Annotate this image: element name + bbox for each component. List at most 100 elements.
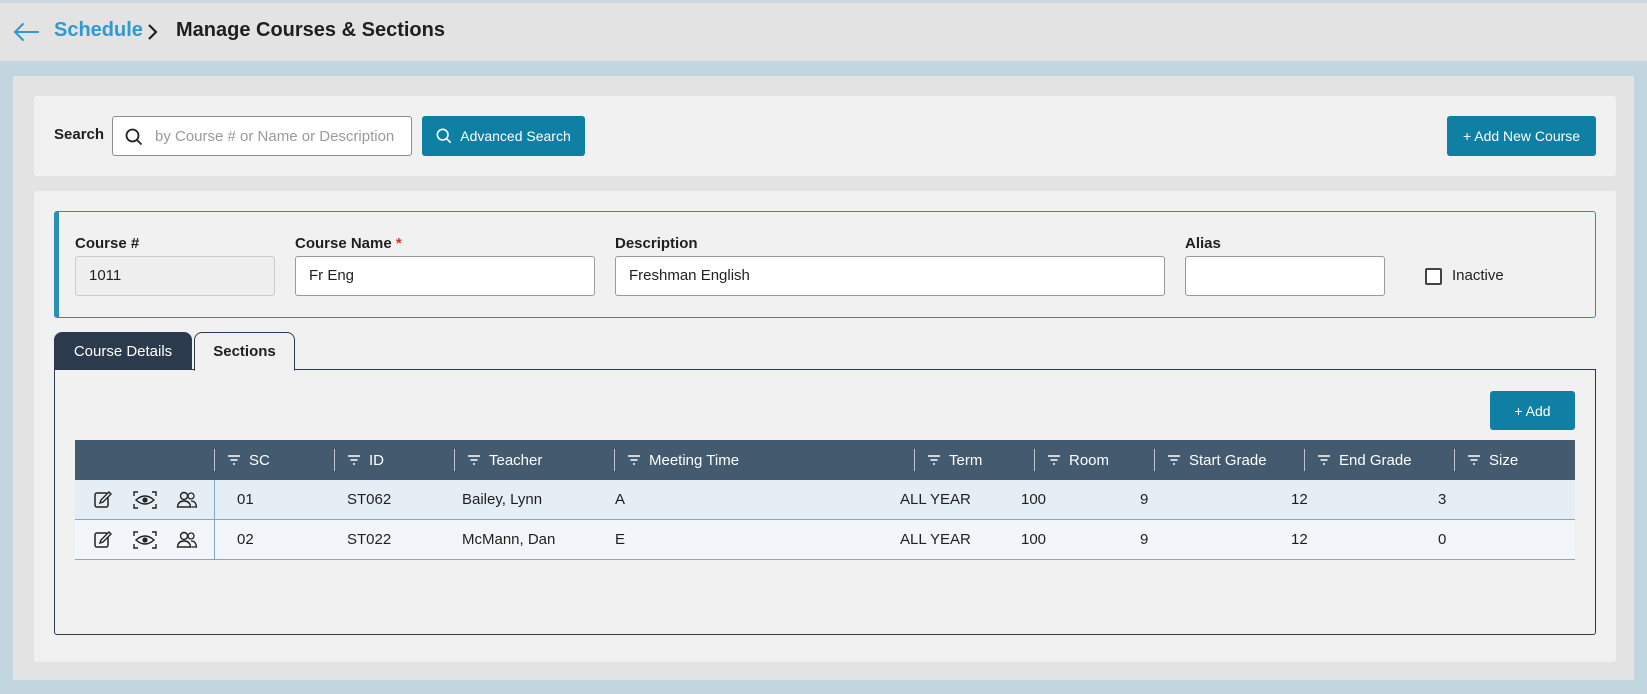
column-divider <box>334 449 335 471</box>
course-number-label: Course # <box>75 235 140 252</box>
course-name-label: Course Name * <box>295 235 402 252</box>
add-new-course-button[interactable]: + Add New Course <box>1447 116 1596 156</box>
tab-course-details[interactable]: Course Details <box>54 332 192 370</box>
cell-start-grade: 9 <box>1140 531 1149 548</box>
search-label: Search <box>54 126 105 143</box>
top-bar: Schedule Manage Courses & Sections <box>0 0 1647 61</box>
advanced-search-label: Advanced Search <box>460 128 571 144</box>
column-header-size-label: Size <box>1489 451 1519 469</box>
column-header-sc[interactable]: SC <box>227 440 270 480</box>
column-divider <box>914 449 915 471</box>
alias-label: Alias <box>1185 235 1221 252</box>
view-icon[interactable] <box>132 530 158 550</box>
cell-size: 0 <box>1438 531 1447 548</box>
filter-icon[interactable] <box>467 454 481 466</box>
breadcrumb-schedule-link[interactable]: Schedule <box>54 19 143 42</box>
column-header-teacher-label: Teacher <box>489 451 543 469</box>
add-section-button[interactable]: + Add <box>1490 391 1575 430</box>
required-marker: * <box>395 235 402 252</box>
column-divider <box>1034 449 1035 471</box>
column-header-id-label: ID <box>369 451 384 469</box>
cell-sc: 02 <box>237 531 254 548</box>
edit-icon[interactable] <box>92 530 114 550</box>
cell-meeting-time: E <box>615 531 626 548</box>
column-divider <box>214 480 215 520</box>
column-header-end-grade[interactable]: End Grade <box>1317 440 1412 480</box>
column-header-end-grade-label: End Grade <box>1339 451 1412 469</box>
column-header-sc-label: SC <box>249 451 270 469</box>
cell-end-grade: 12 <box>1291 491 1308 508</box>
column-header-term[interactable]: Term <box>927 440 982 480</box>
filter-icon[interactable] <box>1317 454 1331 466</box>
column-divider <box>1154 449 1155 471</box>
table-header: SC ID Teacher Meeting Time Term Room Sta… <box>75 440 1575 480</box>
inactive-label: Inactive <box>1452 267 1504 284</box>
column-header-start-grade[interactable]: Start Grade <box>1167 440 1267 480</box>
column-header-size[interactable]: Size <box>1467 440 1518 480</box>
search-input[interactable] <box>153 125 403 147</box>
column-header-room[interactable]: Room <box>1047 440 1109 480</box>
cell-id: ST022 <box>347 531 392 548</box>
description-label: Description <box>615 235 698 252</box>
cell-teacher: McMann, Dan <box>462 531 556 548</box>
alias-field[interactable] <box>1185 256 1385 296</box>
column-divider <box>454 449 455 471</box>
add-new-course-label: + Add New Course <box>1462 128 1581 144</box>
view-icon[interactable] <box>132 490 158 510</box>
description-value: Freshman English <box>629 267 750 284</box>
filter-icon[interactable] <box>1167 454 1181 466</box>
column-header-term-label: Term <box>949 451 983 469</box>
column-header-meeting-time-label: Meeting Time <box>649 451 740 469</box>
filter-icon[interactable] <box>347 454 361 466</box>
filter-icon[interactable] <box>927 454 941 466</box>
tab-sections-label: Sections <box>213 343 276 360</box>
course-number-value: 1011 <box>89 267 122 284</box>
cell-meeting-time: A <box>615 491 626 508</box>
column-divider <box>214 449 215 471</box>
cell-size: 3 <box>1438 491 1447 508</box>
course-number-field: 1011 <box>75 256 275 296</box>
filter-icon[interactable] <box>627 454 641 466</box>
column-divider <box>214 520 215 560</box>
cell-term: ALL YEAR <box>900 491 971 508</box>
filter-icon[interactable] <box>227 454 241 466</box>
search-icon <box>125 128 143 146</box>
column-header-room-label: Room <box>1069 451 1110 469</box>
cell-term: ALL YEAR <box>900 531 971 548</box>
cell-id: ST062 <box>347 491 392 508</box>
course-name-field[interactable]: Fr Eng <box>295 256 595 296</box>
tab-sections[interactable]: Sections <box>194 332 295 371</box>
cell-room: 100 <box>1021 491 1047 508</box>
cell-teacher: Bailey, Lynn <box>462 491 543 508</box>
column-header-teacher[interactable]: Teacher <box>467 440 542 480</box>
filter-icon[interactable] <box>1467 454 1481 466</box>
sections-table: SC ID Teacher Meeting Time Term Room Sta… <box>75 440 1575 560</box>
cell-sc: 01 <box>237 491 254 508</box>
column-divider <box>614 449 615 471</box>
back-arrow-icon[interactable] <box>12 20 40 44</box>
edit-icon[interactable] <box>92 490 114 510</box>
advanced-search-button[interactable]: Advanced Search <box>422 116 585 156</box>
users-icon[interactable] <box>176 530 198 550</box>
column-header-meeting-time[interactable]: Meeting Time <box>627 440 739 480</box>
users-icon[interactable] <box>176 490 198 510</box>
table-row: 02 ST022 McMann, Dan E ALL YEAR 100 9 12… <box>75 520 1575 560</box>
tab-course-details-label: Course Details <box>73 342 173 360</box>
column-header-start-grade-label: Start Grade <box>1189 451 1267 469</box>
inactive-checkbox[interactable] <box>1425 268 1442 285</box>
column-divider <box>1304 449 1305 471</box>
table-row: 01 ST062 Bailey, Lynn A ALL YEAR 100 9 1… <box>75 480 1575 520</box>
filter-icon[interactable] <box>1047 454 1061 466</box>
search-box[interactable] <box>112 116 412 156</box>
add-section-label: + Add <box>1514 402 1551 419</box>
page-title: Manage Courses & Sections <box>176 19 445 41</box>
cell-start-grade: 9 <box>1140 491 1149 508</box>
column-header-id[interactable]: ID <box>347 440 384 480</box>
search-icon <box>436 128 452 144</box>
description-field[interactable]: Freshman English <box>615 256 1165 296</box>
cell-end-grade: 12 <box>1291 531 1308 548</box>
column-divider <box>1454 449 1455 471</box>
cell-room: 100 <box>1021 531 1047 548</box>
chevron-right-icon <box>148 24 158 40</box>
course-name-value: Fr Eng <box>309 267 355 284</box>
